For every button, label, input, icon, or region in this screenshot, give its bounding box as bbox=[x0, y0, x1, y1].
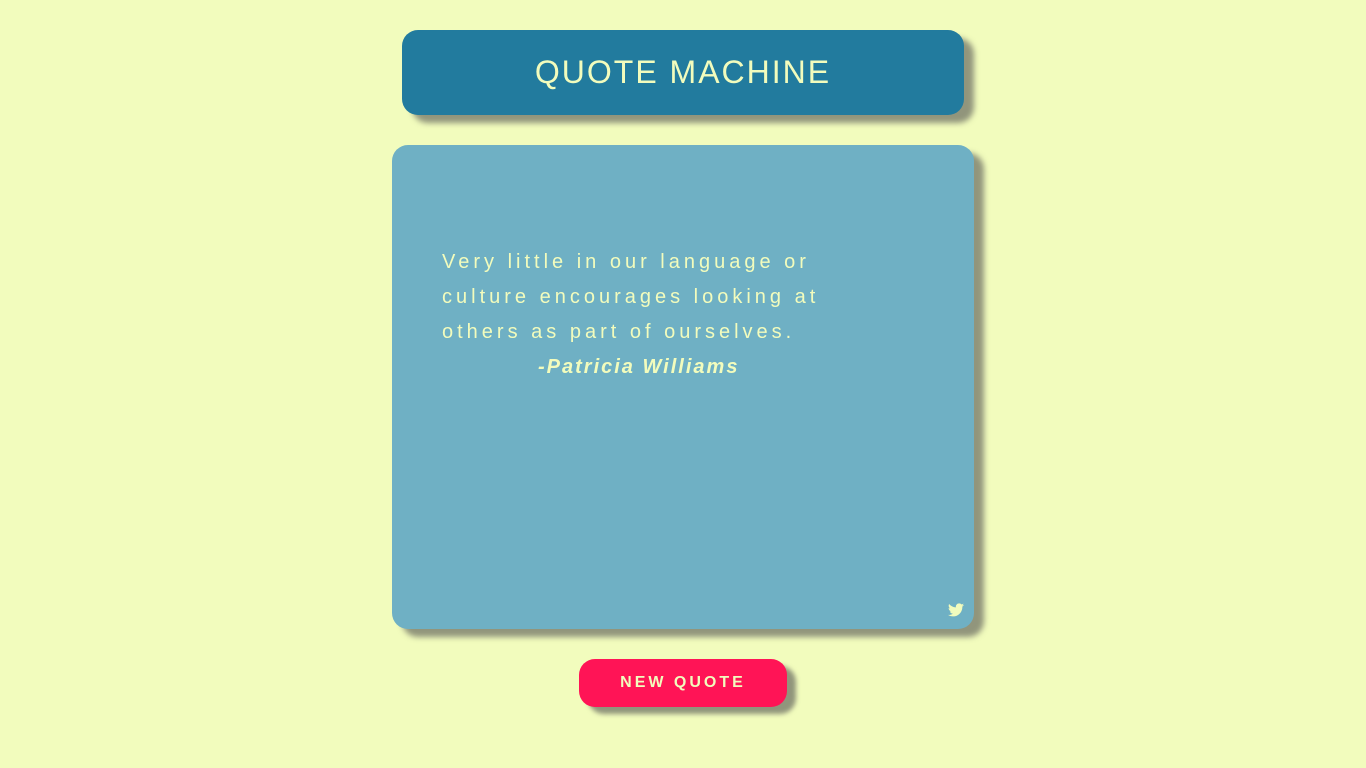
page-title: QUOTE MACHINE bbox=[534, 54, 832, 90]
twitter-bird-icon bbox=[948, 603, 964, 617]
header-banner: QUOTE MACHINE bbox=[402, 30, 964, 115]
tweet-quote-button[interactable] bbox=[948, 603, 964, 617]
new-quote-button[interactable]: NEW QUOTE bbox=[579, 659, 787, 707]
quote-machine-page: QUOTE MACHINE Very little in our languag… bbox=[0, 0, 1366, 768]
quote-card: Very little in our language or culture e… bbox=[392, 145, 974, 629]
quote-author: -Patricia Williams bbox=[538, 356, 740, 378]
quote-text: Very little in our language or culture e… bbox=[442, 251, 820, 343]
